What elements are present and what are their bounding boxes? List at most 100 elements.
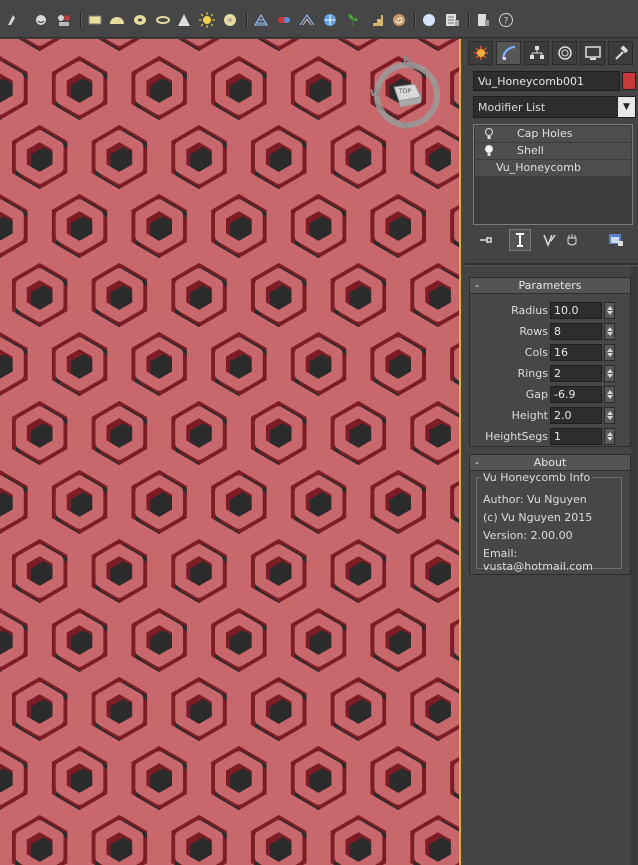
param-value-field[interactable]: 10.0 (550, 302, 602, 319)
object-name-field[interactable] (473, 71, 620, 91)
hex-ring-inner (454, 71, 459, 105)
param-label: Radius (511, 304, 548, 317)
lightbulb-icon[interactable] (483, 144, 495, 158)
hex-ring-inner (454, 761, 459, 795)
configure-sets-icon[interactable] (605, 229, 627, 251)
param-height-segs: HeightSegs 1 (470, 428, 630, 446)
honeycomb-mesh (0, 39, 459, 865)
stairs-icon[interactable] (367, 11, 385, 29)
disc-icon[interactable] (221, 11, 239, 29)
motion-tab[interactable] (552, 41, 577, 65)
modify-tab[interactable] (496, 41, 521, 65)
stack-item-cap-holes[interactable]: Cap Holes (475, 126, 631, 142)
param-value-field[interactable]: 2.0 (550, 407, 602, 424)
sun-icon[interactable] (198, 11, 216, 29)
remove-modifier-icon[interactable] (561, 229, 583, 251)
dropdown-arrow-icon[interactable]: ▼ (618, 97, 635, 117)
modifier-list-label: Modifier List (478, 101, 546, 114)
param-label: Rings (517, 367, 548, 380)
viewcube[interactable]: N S W TOP (369, 55, 445, 133)
param-label: Gap (525, 388, 548, 401)
viewcube-south-label[interactable]: S (402, 121, 409, 132)
create-icon (473, 46, 488, 60)
parameters-rollout: - Parameters Radius 10.0 Rows 8 Cols 16 … (469, 277, 631, 447)
spinner[interactable] (604, 428, 615, 445)
help-icon[interactable]: ? (497, 11, 515, 29)
snowflake-icon[interactable] (321, 11, 339, 29)
utilities-tab[interactable] (608, 41, 633, 65)
param-cols: Cols 16 (470, 344, 630, 362)
sphere-icon[interactable] (420, 11, 438, 29)
grid-icon[interactable] (252, 11, 270, 29)
lightbulb-icon[interactable] (483, 127, 495, 141)
about-rollout: - About Vu Honeycomb Info Author: Vu Ngu… (469, 454, 631, 575)
pin-stack-icon[interactable] (475, 229, 497, 251)
script-icon[interactable] (474, 11, 492, 29)
param-value-field[interactable]: 1 (550, 428, 602, 445)
spinner[interactable] (604, 302, 615, 319)
author-text: Author: Vu Nguyen (483, 493, 587, 506)
email-text: Email: vusta@hotmail.com (483, 547, 593, 573)
spinner[interactable] (604, 365, 615, 382)
display-icon (584, 46, 601, 60)
param-value-field[interactable]: 16 (550, 344, 602, 361)
param-value-field[interactable]: 8 (550, 323, 602, 340)
stack-toolbar (473, 229, 633, 251)
param-value-field[interactable]: -6.9 (550, 386, 602, 403)
honeycomb-frame (0, 39, 459, 865)
param-label: Rows (519, 325, 548, 338)
panel-divider (465, 263, 638, 265)
box-icon[interactable] (86, 11, 104, 29)
plant-icon[interactable] (344, 11, 362, 29)
modifier-list-dropdown[interactable]: Modifier List ▼ (473, 96, 636, 118)
about-rollout-header[interactable]: - About (470, 455, 630, 471)
hex-ring-inner (454, 209, 459, 243)
param-rings: Rings 2 (470, 365, 630, 383)
svg-text:?: ? (504, 17, 509, 27)
rollout-title: Parameters (518, 279, 582, 292)
parameters-rollout-header[interactable]: - Parameters (470, 278, 630, 294)
modify-icon (501, 46, 515, 60)
create-tab[interactable] (468, 41, 493, 65)
hex-ring-inner (454, 347, 459, 381)
show-end-result-icon[interactable] (509, 229, 531, 251)
spline-icon[interactable] (298, 11, 316, 29)
list-icon[interactable] (443, 11, 461, 29)
viewcube-west-label[interactable]: W (370, 88, 381, 99)
perspective-viewport[interactable]: N S W TOP (0, 39, 461, 865)
stack-item-label: Cap Holes (517, 127, 573, 140)
viewcube-top-face[interactable]: TOP (399, 88, 411, 95)
version-text: Version: 2.00.00 (483, 529, 573, 542)
hex-ring-inner (454, 623, 459, 657)
param-label: Height (511, 409, 548, 422)
paint-icon[interactable] (4, 11, 22, 29)
stack-item-label: Vu_Honeycomb (496, 161, 581, 174)
spinner[interactable] (604, 323, 615, 340)
param-height: Height 2.0 (470, 407, 630, 425)
stack-item-vu-honeycomb[interactable]: Vu_Honeycomb (475, 160, 631, 176)
group-title: Vu Honeycomb Info (481, 471, 593, 484)
viewcube-north-label[interactable]: N (403, 55, 411, 66)
stack-item-shell[interactable]: Shell (475, 143, 631, 159)
group-icon[interactable] (55, 11, 73, 29)
hammer-icon (614, 45, 628, 60)
object-color-swatch[interactable] (622, 72, 636, 90)
panel-scrollbar[interactable] (631, 267, 637, 865)
command-panel: Modifier List ▼ Cap Holes Shell Vu_Honey… (463, 39, 638, 865)
ring-icon[interactable] (154, 11, 172, 29)
spinner[interactable] (604, 386, 615, 403)
mouth-icon[interactable] (32, 11, 50, 29)
display-tab[interactable] (580, 41, 605, 65)
torus-icon[interactable] (131, 11, 149, 29)
spiral-icon[interactable] (390, 11, 408, 29)
param-label: Cols (524, 346, 548, 359)
param-value-field[interactable]: 2 (550, 365, 602, 382)
make-unique-icon[interactable] (539, 229, 561, 251)
cone-icon[interactable] (175, 11, 193, 29)
capsule-icon[interactable] (275, 11, 293, 29)
about-info-group: Vu Honeycomb Info Author: Vu Nguyen (c) … (476, 471, 622, 573)
spinner[interactable] (604, 407, 615, 424)
spinner[interactable] (604, 344, 615, 361)
hemisphere-icon[interactable] (108, 11, 126, 29)
hierarchy-tab[interactable] (524, 41, 549, 65)
